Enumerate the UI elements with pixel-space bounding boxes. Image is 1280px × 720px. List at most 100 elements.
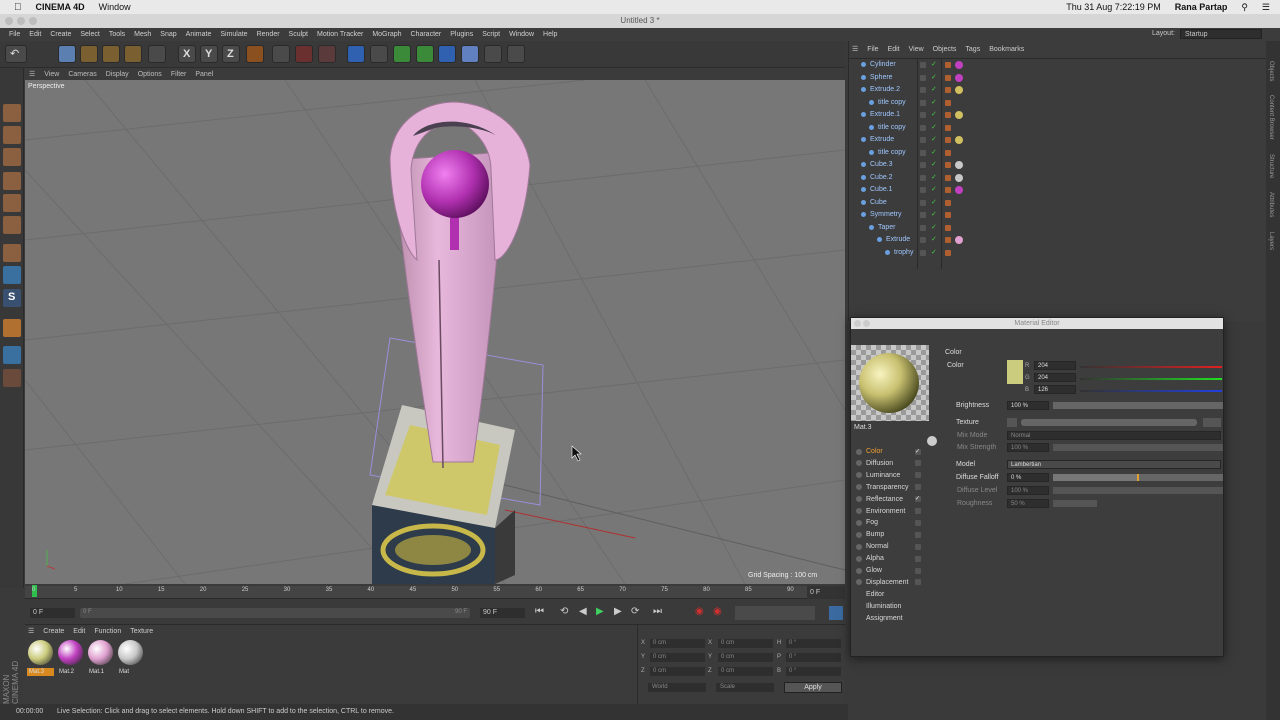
channel-item[interactable]: Environment bbox=[856, 508, 921, 515]
object-menu-item[interactable]: File bbox=[867, 46, 878, 53]
texture-mode-button[interactable] bbox=[3, 126, 21, 144]
enable-check-icon[interactable]: ✓ bbox=[931, 123, 937, 131]
render-settings-button[interactable] bbox=[318, 45, 336, 63]
coord-field[interactable]: 0 cm bbox=[650, 667, 705, 676]
apply-button[interactable]: Apply bbox=[784, 682, 842, 693]
material-options-button[interactable] bbox=[927, 436, 937, 446]
range-slider[interactable]: 0 F 90 F bbox=[80, 608, 470, 618]
material-menu-item[interactable]: Function bbox=[94, 628, 121, 635]
tag-icon[interactable] bbox=[945, 124, 951, 131]
channel-item[interactable]: Glow bbox=[856, 567, 921, 574]
blue-slider[interactable] bbox=[1080, 390, 1222, 392]
object-row[interactable]: Cube.1 ✓ bbox=[849, 184, 1267, 197]
channel-checkbox[interactable] bbox=[915, 531, 921, 538]
menu-item-9[interactable]: Render bbox=[257, 31, 280, 38]
material-tag-icon[interactable] bbox=[955, 61, 963, 69]
enable-check-icon[interactable]: ✓ bbox=[931, 73, 937, 81]
channel-checkbox[interactable] bbox=[915, 508, 921, 514]
enable-check-icon[interactable]: ✓ bbox=[931, 60, 937, 68]
coord-field[interactable]: 0 ° bbox=[786, 653, 841, 662]
tag-icon[interactable] bbox=[945, 162, 951, 168]
menu-item-1[interactable]: Edit bbox=[29, 31, 41, 38]
channel-checkbox[interactable] bbox=[915, 543, 921, 550]
channel-checkbox[interactable]: ✓ bbox=[915, 496, 921, 503]
channel-item[interactable]: Diffusion bbox=[856, 460, 921, 467]
menu-item-2[interactable]: Create bbox=[50, 31, 71, 38]
coord-field[interactable]: 0 cm bbox=[650, 639, 705, 648]
points-mode-button[interactable] bbox=[3, 172, 21, 190]
keyframe-tools[interactable] bbox=[735, 606, 815, 620]
apple-icon[interactable]:  bbox=[14, 2, 22, 13]
channel-checkbox[interactable] bbox=[915, 472, 921, 479]
material-tag-icon[interactable] bbox=[955, 73, 963, 82]
coord-field[interactable]: 0 cm bbox=[718, 667, 773, 676]
texture-more-button[interactable] bbox=[1203, 418, 1221, 427]
minimize-editor-button[interactable] bbox=[863, 320, 870, 327]
material-tag-icon[interactable] bbox=[955, 136, 963, 144]
visibility-dots[interactable] bbox=[920, 212, 926, 218]
menu-item-12[interactable]: MoGraph bbox=[372, 31, 401, 38]
viewport[interactable]: Perspective Grid Spacing : 100 cm ✥ ⇅ ⟳ … bbox=[25, 80, 845, 584]
mix-mode-select[interactable]: Normal bbox=[1007, 431, 1221, 440]
undo-button[interactable]: ↶ bbox=[5, 45, 27, 63]
visibility-dots[interactable] bbox=[920, 249, 926, 256]
visibility-dots[interactable] bbox=[920, 99, 926, 106]
next-frame-icon[interactable]: ▶ bbox=[614, 606, 622, 617]
viewport-scene[interactable] bbox=[25, 80, 845, 584]
channel-item[interactable]: Editor bbox=[856, 591, 884, 598]
menu-item-0[interactable]: File bbox=[9, 31, 20, 38]
deformer-button[interactable] bbox=[438, 45, 456, 63]
material-menu-item[interactable]: Edit bbox=[73, 628, 85, 635]
channel-item[interactable]: Illumination bbox=[856, 603, 901, 610]
roughness-slider[interactable] bbox=[1053, 500, 1097, 507]
app-menu[interactable]: CINEMA 4D bbox=[36, 2, 85, 12]
enable-check-icon[interactable]: ✓ bbox=[931, 223, 937, 231]
object-menu-item[interactable]: Bookmarks bbox=[989, 46, 1024, 53]
material-tag-icon[interactable] bbox=[955, 173, 963, 182]
object-row[interactable]: Extrude ✓ bbox=[849, 134, 1267, 147]
visibility-dots[interactable] bbox=[920, 74, 926, 81]
coord-field[interactable]: 0 cm bbox=[718, 653, 773, 662]
side-tab[interactable]: Structure bbox=[1268, 154, 1274, 178]
viewport-menu-item[interactable]: Display bbox=[106, 71, 129, 78]
current-frame-field[interactable]: 0 F bbox=[807, 586, 845, 599]
go-to-start-icon[interactable]: ⏮ bbox=[535, 606, 544, 617]
texture-button[interactable] bbox=[1007, 418, 1017, 427]
y-axis-button[interactable]: Y bbox=[200, 45, 218, 63]
channel-item[interactable]: Bump bbox=[856, 531, 921, 538]
channel-item[interactable]: Displacement bbox=[856, 579, 921, 586]
tag-icon[interactable] bbox=[945, 174, 951, 181]
tag-icon[interactable] bbox=[945, 187, 951, 193]
material-tag-icon[interactable] bbox=[955, 86, 963, 94]
locked-workplane-button[interactable] bbox=[3, 319, 21, 337]
move-tool-button[interactable] bbox=[80, 45, 98, 63]
polygons-mode-button[interactable] bbox=[3, 216, 21, 234]
previous-frame-icon[interactable]: ◀ bbox=[579, 606, 587, 617]
menu-item-4[interactable]: Tools bbox=[109, 31, 125, 38]
visibility-dots[interactable] bbox=[920, 237, 926, 243]
green-field[interactable]: 204 bbox=[1034, 373, 1076, 382]
tag-icon[interactable] bbox=[945, 112, 951, 118]
array-button[interactable] bbox=[416, 45, 434, 63]
start-frame-field[interactable]: 0 F bbox=[30, 608, 75, 618]
object-menu-item[interactable]: Tags bbox=[965, 46, 980, 53]
autokey-icon[interactable]: ◉ bbox=[713, 606, 722, 617]
visibility-dots[interactable] bbox=[920, 224, 926, 231]
pen-spline-button[interactable] bbox=[370, 45, 388, 63]
object-row[interactable]: trophy ✓ bbox=[849, 247, 1267, 260]
menu-item-6[interactable]: Snap bbox=[160, 31, 176, 38]
cube-primitive-button[interactable] bbox=[347, 45, 365, 63]
object-row[interactable]: Extrude.2 ✓ bbox=[849, 84, 1267, 97]
window-menu[interactable]: Window bbox=[99, 2, 131, 12]
play-icon[interactable]: ▶ bbox=[596, 606, 604, 617]
visibility-dots[interactable] bbox=[920, 124, 926, 131]
menu-item-5[interactable]: Mesh bbox=[134, 31, 151, 38]
visibility-dots[interactable] bbox=[920, 87, 926, 93]
object-row[interactable]: Cube.3 ✓ bbox=[849, 159, 1267, 172]
channel-item[interactable]: Transparency bbox=[856, 484, 921, 491]
enable-check-icon[interactable]: ✓ bbox=[931, 210, 937, 218]
visibility-dots[interactable] bbox=[920, 199, 926, 206]
tag-icon[interactable] bbox=[945, 199, 951, 206]
diffuse-falloff-field[interactable]: 0 % bbox=[1007, 473, 1049, 482]
coord-field[interactable]: 0 cm bbox=[718, 639, 773, 648]
